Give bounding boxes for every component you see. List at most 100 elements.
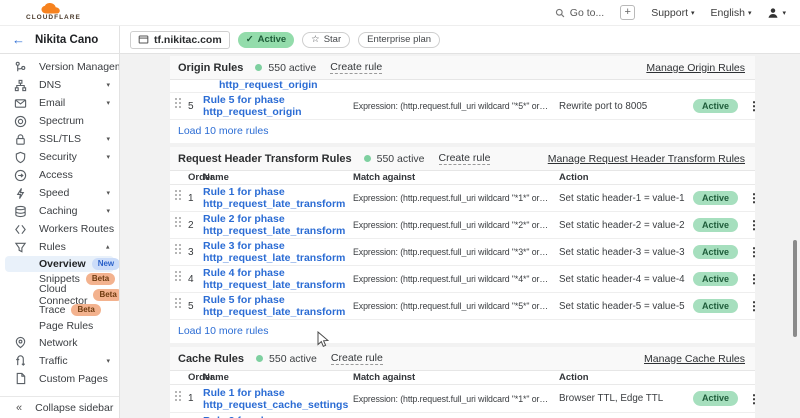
site-header: ← Nikita Cano tf.nikitac.com ✓ Active ☆ …	[0, 26, 800, 54]
sidebar-item-label: Caching	[39, 205, 78, 217]
network-icon	[14, 336, 27, 349]
sidebar-item-rules-page-rules[interactable]: Page Rules	[0, 318, 119, 334]
star-button[interactable]: ☆ Star	[302, 32, 350, 48]
site-breadcrumb: tf.nikitac.com ✓ Active ☆ Star Enterpris…	[120, 26, 800, 53]
user-menu[interactable]: ▾	[767, 7, 786, 19]
new-badge: New	[92, 258, 120, 270]
chevron-down-icon: ▾	[782, 9, 786, 17]
sidebar-item-rules-cloud-connector[interactable]: Cloud Connector Beta	[0, 287, 119, 303]
cloudflare-logo[interactable]: CLOUDFLARE	[26, 3, 81, 22]
top-navbar: CLOUDFLARE Go to... + Support ▾ English …	[0, 0, 800, 26]
rule-name-line1: Rule 1 for phase	[203, 186, 351, 198]
sidebar-item-network[interactable]: Network	[0, 334, 119, 352]
table-row: 4 Rule 4 for phasehttp_request_late_tran…	[170, 266, 755, 293]
status-badge: Active	[693, 245, 738, 260]
status-badge: Active	[693, 299, 738, 314]
manage-origin-rules-link[interactable]: Manage Origin Rules	[646, 62, 745, 74]
rule-action: Set static header-4 = value-4	[559, 274, 685, 285]
kebab-menu-icon[interactable]: ⋮	[748, 99, 760, 113]
sidebar-item-label: Rules	[39, 241, 66, 253]
rule-name-link[interactable]: Rule 2 for phasehttp_request_late_transf…	[203, 213, 351, 237]
rule-name-line1: Rule 3 for phase	[203, 240, 351, 252]
rule-order: 5	[185, 101, 203, 112]
rule-name-link[interactable]: Rule 2 for phasehttp_request_cache_setti…	[203, 415, 351, 418]
rule-name-link[interactable]: Rule 5 for phasehttp_request_origin	[203, 94, 351, 118]
sidebar-item-security[interactable]: Security ▾	[0, 148, 119, 166]
sidebar-item-rules-trace[interactable]: Trace Beta	[0, 303, 119, 319]
sidebar-item-spectrum[interactable]: Spectrum	[0, 112, 119, 130]
column-match-against: Match against	[353, 372, 549, 383]
section-title: Cache Rules	[178, 353, 244, 365]
rule-name-link[interactable]: Rule 3 for phasehttp_request_late_transf…	[203, 240, 351, 264]
sidebar-item-traffic[interactable]: Traffic ▾	[0, 352, 119, 370]
rule-name-line1: Rule 1 for phase	[203, 387, 351, 399]
support-menu[interactable]: Support ▾	[651, 7, 694, 19]
shield-icon	[14, 151, 27, 164]
rule-name-line1: Rule 5 for phase	[203, 294, 351, 306]
domain-selector[interactable]: tf.nikitac.com	[130, 31, 230, 49]
collapse-sidebar-button[interactable]: « Collapse sidebar	[0, 396, 119, 418]
create-rule-link[interactable]: Create rule	[439, 152, 491, 165]
kebab-menu-icon[interactable]: ⋮	[748, 299, 760, 313]
sidebar-item-ssl-tls[interactable]: SSL/TLS ▾	[0, 130, 119, 148]
sidebar-item-caching[interactable]: Caching ▾	[0, 202, 119, 220]
sidebar-item-custom-pages[interactable]: Custom Pages	[0, 370, 119, 388]
rule-action: Browser TTL, Edge TTL	[559, 393, 685, 404]
sidebar-item-access[interactable]: Access	[0, 166, 119, 184]
add-site-button[interactable]: +	[620, 5, 635, 20]
rule-name-link[interactable]: Rule 5 for phasehttp_request_late_transf…	[203, 294, 351, 318]
language-menu[interactable]: English ▾	[711, 7, 752, 19]
rule-name-link[interactable]: Rule 1 for phasehttp_request_cache_setti…	[203, 387, 351, 411]
sidebar-item-version-management[interactable]: Version Management	[0, 58, 119, 76]
collapse-label: Collapse sidebar	[35, 402, 113, 414]
sidebar-item-email[interactable]: Email ▾	[0, 94, 119, 112]
manage-cache-rules-link[interactable]: Manage Cache Rules	[644, 353, 745, 365]
table-row: 1 Rule 1 for phasehttp_request_cache_set…	[170, 385, 755, 413]
kebab-menu-icon[interactable]: ⋮	[748, 218, 760, 232]
sidebar-item-dns[interactable]: DNS ▾	[0, 76, 119, 94]
rule-name-line2: http_request_late_transform	[203, 225, 351, 237]
create-rule-link[interactable]: Create rule	[331, 352, 383, 365]
manage-transform-rules-link[interactable]: Manage Request Header Transform Rules	[548, 153, 745, 165]
table-row: 1 Rule 1 for phasehttp_request_late_tran…	[170, 185, 755, 212]
sidebar-subitem-label: Trace	[39, 304, 65, 316]
rule-order: 2	[185, 220, 203, 231]
sidebar-item-label: Version Management	[39, 61, 120, 73]
kebab-menu-icon[interactable]: ⋮	[748, 245, 760, 259]
vertical-scrollbar[interactable]	[793, 240, 797, 337]
rule-name-line2: http_request_origin	[203, 106, 351, 118]
kebab-menu-icon[interactable]: ⋮	[748, 191, 760, 205]
beta-badge: Beta	[71, 304, 100, 316]
rule-name-link[interactable]: http_request_origin	[219, 80, 318, 92]
rule-name-line1: Rule 4 for phase	[203, 267, 351, 279]
sidebar-item-rules[interactable]: Rules ▾	[0, 238, 119, 256]
create-rule-link[interactable]: Create rule	[330, 61, 382, 74]
email-icon	[14, 97, 27, 110]
chevron-down-icon: ▾	[748, 9, 752, 17]
rule-name-line1: Rule 2 for phase	[203, 415, 351, 418]
cache-rules-section: Cache Rules 550 active Create rule Manag…	[170, 347, 755, 418]
rules-overview-content: Origin Rules 550 active Create rule Mana…	[120, 54, 800, 418]
origin-rules-header: Origin Rules 550 active Create rule Mana…	[170, 56, 755, 80]
sidebar-item-rules-overview[interactable]: Overview New	[5, 256, 114, 272]
rule-name-line1: Rule 2 for phase	[203, 213, 351, 225]
table-column-headers: Order Name Match against Action	[170, 371, 755, 385]
column-action: Action	[559, 172, 685, 183]
spectrum-icon	[14, 115, 27, 128]
sidebar-item-speed[interactable]: Speed ▾	[0, 184, 119, 202]
database-icon	[14, 205, 27, 218]
load-more-rules-link[interactable]: Load 10 more rules	[170, 320, 755, 343]
sidebar-item-workers-routes[interactable]: Workers Routes	[0, 220, 119, 238]
status-badge: Active	[693, 272, 738, 287]
back-arrow-icon[interactable]: ←	[12, 32, 25, 47]
kebab-menu-icon[interactable]: ⋮	[748, 392, 760, 406]
sidebar-subitem-label: Overview	[39, 258, 86, 270]
rule-name-link[interactable]: Rule 4 for phasehttp_request_late_transf…	[203, 267, 351, 291]
search-icon	[555, 8, 565, 18]
rule-name-link[interactable]: Rule 1 for phasehttp_request_late_transf…	[203, 186, 351, 210]
sidebar-item-label: Speed	[39, 187, 69, 199]
kebab-menu-icon[interactable]: ⋮	[748, 272, 760, 286]
load-more-rules-link[interactable]: Load 10 more rules	[170, 120, 755, 143]
global-search[interactable]: Go to...	[555, 7, 604, 19]
star-icon: ☆	[311, 34, 320, 45]
